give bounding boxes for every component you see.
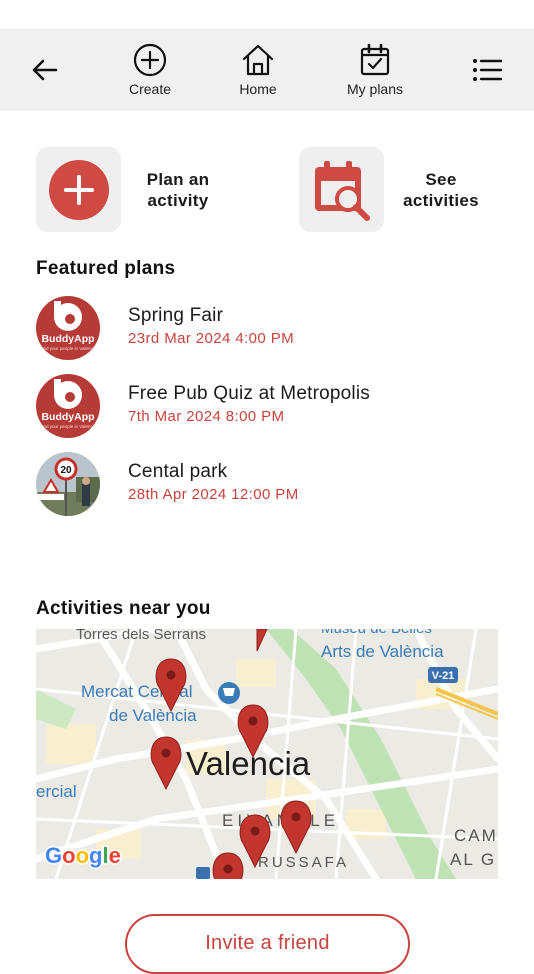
invite-friend-label: Invite a friend [205, 932, 330, 954]
nav-my-plans[interactable]: My plans [330, 43, 420, 97]
plan-activity-tile[interactable] [36, 147, 121, 232]
plan-date: 23rd Mar 2024 4:00 PM [128, 330, 294, 347]
svg-text:Valencia: Valencia [186, 745, 311, 782]
featured-plan-item[interactable]: BuddyApp Find your people in Valencia Sp… [36, 296, 506, 360]
plus-circle-filled-icon [48, 159, 109, 220]
see-activities-label-line2: activities [403, 191, 479, 210]
road-sign-photo-avatar: 20 [36, 452, 100, 516]
svg-text:de València: de València [109, 706, 197, 725]
svg-text:Google: Google [45, 843, 121, 868]
see-activities-action[interactable]: See activities [299, 147, 499, 232]
buddyapp-logo-avatar: BuddyApp Find your people in Valencia [36, 374, 100, 438]
calendar-search-icon [314, 160, 370, 221]
arrow-left-icon [32, 59, 58, 81]
see-activities-label: See activities [399, 169, 483, 211]
plan-name: Free Pub Quiz at Metropolis [128, 383, 370, 404]
nav-create[interactable]: Create [105, 43, 195, 97]
svg-text:BuddyApp: BuddyApp [41, 333, 94, 345]
svg-text:Find your people in Valencia: Find your people in Valencia [40, 424, 97, 429]
svg-text:Torres dels Serrans: Torres dels Serrans [76, 629, 206, 643]
svg-text:CAM: CAM [454, 826, 498, 845]
plan-activity-label-line1: Plan an [146, 170, 210, 189]
nav-create-label: Create [128, 81, 172, 97]
invite-friend-button[interactable]: Invite a friend [125, 914, 410, 974]
plan-date: 28th Apr 2024 12:00 PM [128, 486, 299, 503]
svg-text:BuddyApp: BuddyApp [41, 411, 94, 423]
plus-circle-icon [133, 43, 167, 77]
svg-text:Find your people in Valencia: Find your people in Valencia [40, 346, 97, 351]
plan-name: Spring Fair [128, 305, 224, 326]
home-icon [242, 44, 274, 76]
list-menu-icon [473, 59, 502, 81]
nav-home[interactable]: Home [213, 43, 303, 97]
svg-text:20: 20 [60, 465, 72, 476]
featured-plan-item[interactable]: BuddyApp Find your people in Valencia Fr… [36, 374, 506, 438]
featured-plans-title: Featured plans [36, 258, 176, 279]
svg-text:AL G: AL G [450, 850, 496, 869]
see-activities-label-line1: See [425, 170, 457, 189]
activities-near-title: Activities near you [36, 598, 211, 619]
plan-activity-label: Plan an activity [136, 169, 220, 211]
nav-home-label: Home [239, 81, 277, 97]
activities-map[interactable]: Torres dels Serrans Museu de Belles Arts… [36, 629, 498, 879]
svg-text:ercial: ercial [36, 782, 77, 801]
plan-date: 7th Mar 2024 8:00 PM [128, 408, 285, 425]
nav-my-plans-label: My plans [346, 81, 404, 97]
menu-button[interactable] [470, 55, 504, 85]
svg-text:EIXAMPLE: EIXAMPLE [222, 811, 339, 830]
svg-text:Arts de València: Arts de València [321, 642, 444, 661]
svg-text:Museu de Belles: Museu de Belles [321, 629, 432, 637]
plan-name: Cental park [128, 461, 228, 482]
status-area [0, 0, 534, 29]
svg-text:RUSSAFA: RUSSAFA [258, 854, 349, 871]
plan-activity-label-line2: activity [147, 191, 209, 210]
back-button[interactable] [28, 53, 62, 87]
top-navigation-bar: Create Home My plans [0, 29, 534, 111]
featured-plan-item[interactable]: 20 Cental park 28th Apr 2024 12:00 PM [36, 452, 506, 516]
see-activities-tile[interactable] [299, 147, 384, 232]
svg-text:V-21: V-21 [432, 670, 455, 682]
buddyapp-logo-avatar: BuddyApp Find your people in Valencia [36, 296, 100, 360]
calendar-check-icon [360, 43, 390, 76]
plan-activity-action[interactable]: Plan an activity [36, 147, 236, 232]
